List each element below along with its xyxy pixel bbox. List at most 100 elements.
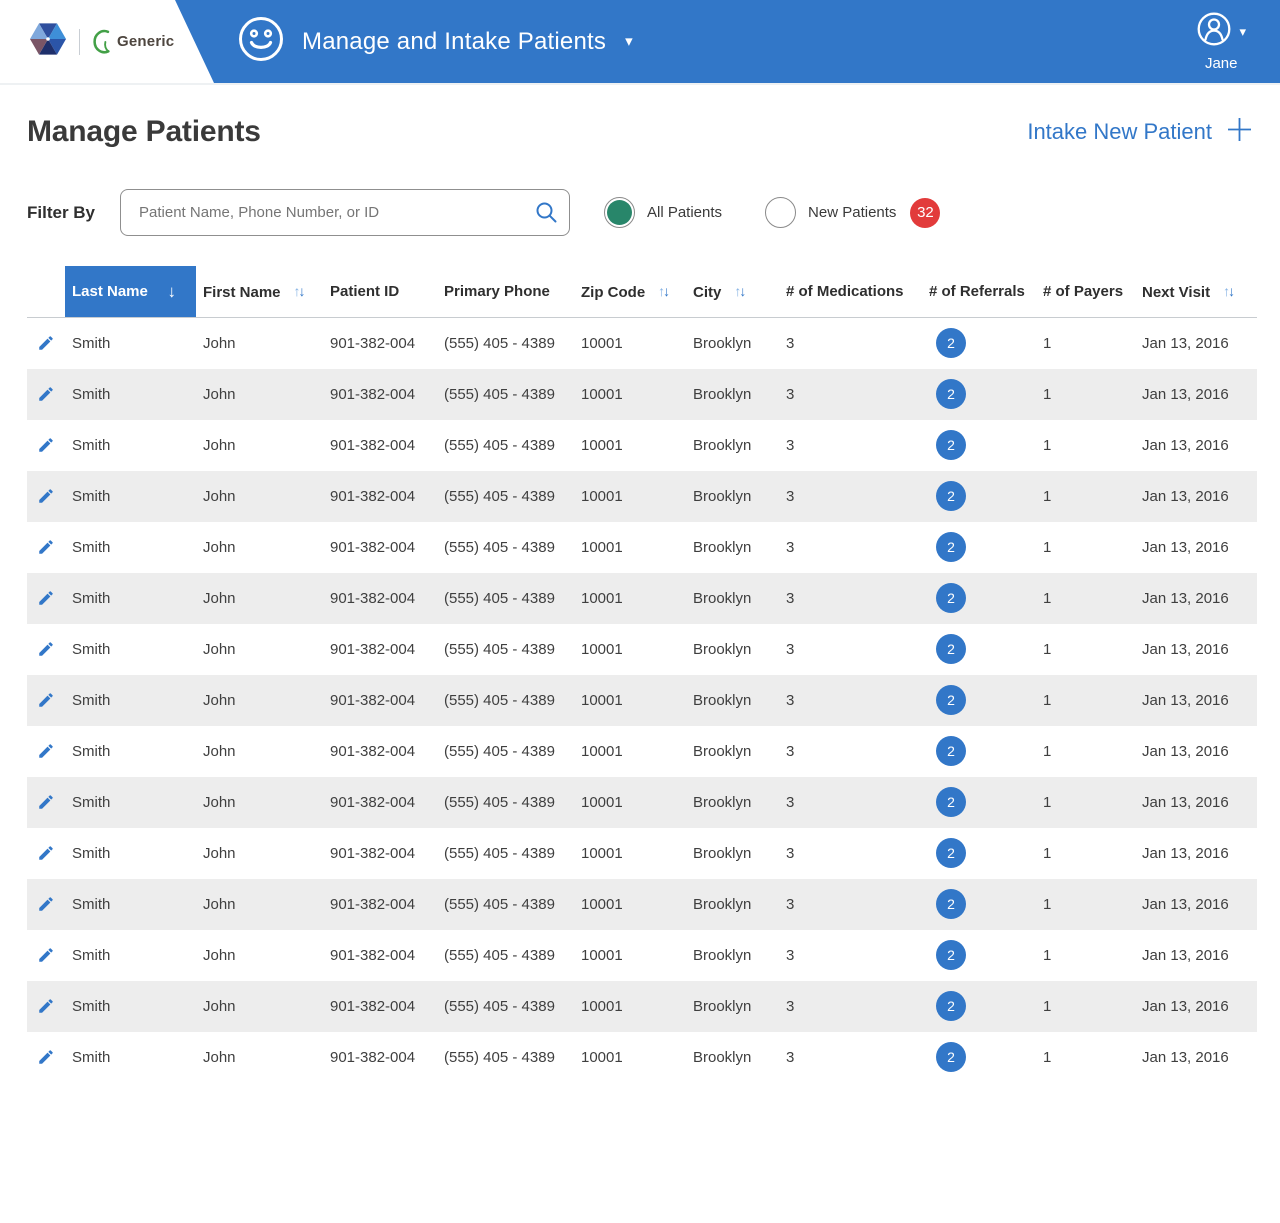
cell-first-name: John	[203, 487, 236, 505]
col-zip-code[interactable]: Zip Code ↑↓	[574, 266, 686, 318]
cell-city: Brooklyn	[693, 1048, 752, 1066]
app-title-dropdown[interactable]: Manage and Intake Patients ▾	[237, 15, 633, 68]
edit-row-button[interactable]	[37, 895, 55, 913]
brand-area: Generic	[0, 0, 214, 83]
col-first-name[interactable]: First Name ↑↓	[196, 266, 323, 318]
cell-referrals: 2	[922, 981, 1036, 1032]
cell-city: Brooklyn	[693, 589, 752, 607]
main-content: Manage Patients Intake New Patient Filte…	[0, 115, 1280, 1083]
cell-payers: 1	[1043, 742, 1052, 760]
referrals-badge: 2	[936, 481, 966, 511]
table-row: Smith John 901-382-004 (555) 405 - 4389 …	[27, 522, 1257, 573]
cell-next-visit: Jan 13, 2016	[1142, 487, 1229, 505]
cell-medications: 3	[786, 946, 795, 964]
cell-primary-phone: (555) 405 - 4389	[444, 691, 555, 709]
cell-first-name: John	[203, 385, 236, 403]
cell-city: Brooklyn	[693, 793, 752, 811]
edit-row-button[interactable]	[37, 997, 55, 1015]
cell-zip-code: 10001	[581, 793, 623, 811]
cell-city: Brooklyn	[693, 436, 752, 454]
cell-primary-phone: (555) 405 - 4389	[444, 844, 555, 862]
intake-new-patient-button[interactable]: Intake New Patient	[1027, 116, 1253, 149]
table-row: Smith John 901-382-004 (555) 405 - 4389 …	[27, 318, 1257, 369]
edit-row-button[interactable]	[37, 640, 55, 658]
app-title-caret-icon: ▾	[625, 33, 633, 50]
cell-patient-id: 901-382-004	[330, 895, 416, 913]
edit-row-button[interactable]	[37, 538, 55, 556]
cell-payers: 1	[1043, 895, 1052, 913]
edit-row-button[interactable]	[37, 691, 55, 709]
cell-referrals: 2	[922, 930, 1036, 981]
edit-row-button[interactable]	[37, 385, 55, 403]
referrals-badge: 2	[936, 685, 966, 715]
cell-medications: 3	[786, 436, 795, 454]
cell-primary-phone: (555) 405 - 4389	[444, 895, 555, 913]
search-icon[interactable]	[535, 201, 558, 227]
cell-patient-id: 901-382-004	[330, 946, 416, 964]
cell-last-name: Smith	[72, 946, 111, 964]
edit-row-button[interactable]	[37, 844, 55, 862]
referrals-badge: 2	[936, 379, 966, 409]
cell-primary-phone: (555) 405 - 4389	[444, 334, 555, 352]
cell-referrals: 2	[922, 624, 1036, 675]
intake-new-patient-label: Intake New Patient	[1027, 119, 1212, 144]
cell-last-name: Smith	[72, 538, 111, 556]
cell-city: Brooklyn	[693, 946, 752, 964]
cell-zip-code: 10001	[581, 385, 623, 403]
cell-zip-code: 10001	[581, 334, 623, 352]
edit-row-button[interactable]	[37, 436, 55, 454]
edit-row-button[interactable]	[37, 1048, 55, 1066]
cell-referrals: 2	[922, 420, 1036, 471]
cell-payers: 1	[1043, 844, 1052, 862]
new-patients-radio-circle	[765, 197, 797, 228]
edit-row-button[interactable]	[37, 589, 55, 607]
col-medications: # of Medications	[779, 266, 922, 318]
cell-zip-code: 10001	[581, 946, 623, 964]
user-caret-icon: ▾	[1239, 24, 1246, 39]
cell-zip-code: 10001	[581, 1048, 623, 1066]
cell-referrals: 2	[922, 675, 1036, 726]
cell-last-name: Smith	[72, 793, 111, 811]
col-city[interactable]: City ↑↓	[686, 266, 779, 318]
cell-city: Brooklyn	[693, 895, 752, 913]
patient-search-input[interactable]	[120, 189, 570, 236]
sort-desc-icon: ↓	[167, 281, 177, 301]
new-patients-count-badge: 32	[910, 197, 941, 228]
cell-patient-id: 901-382-004	[330, 997, 416, 1015]
cell-payers: 1	[1043, 1048, 1052, 1066]
cell-payers: 1	[1043, 691, 1052, 709]
new-patients-label: New Patients	[808, 204, 897, 221]
edit-row-button[interactable]	[37, 334, 55, 352]
table-row: Smith John 901-382-004 (555) 405 - 4389 …	[27, 726, 1257, 777]
cell-last-name: Smith	[72, 742, 111, 760]
cell-zip-code: 10001	[581, 538, 623, 556]
col-patient-id: Patient ID	[323, 266, 437, 318]
top-header: Generic Manage and Intake Patients ▾ ▾ J…	[0, 0, 1280, 83]
cell-payers: 1	[1043, 436, 1052, 454]
edit-row-button[interactable]	[37, 742, 55, 760]
edit-row-button[interactable]	[37, 793, 55, 811]
patients-table-body: Smith John 901-382-004 (555) 405 - 4389 …	[27, 318, 1257, 1083]
smiley-icon	[237, 15, 285, 68]
all-patients-radio[interactable]: All Patients	[604, 197, 722, 228]
cell-next-visit: Jan 13, 2016	[1142, 997, 1229, 1015]
edit-row-button[interactable]	[37, 487, 55, 505]
all-patients-radio-circle	[604, 197, 635, 228]
new-patients-radio[interactable]: New Patients 32	[765, 197, 941, 228]
cell-primary-phone: (555) 405 - 4389	[444, 997, 555, 1015]
cell-zip-code: 10001	[581, 742, 623, 760]
cell-first-name: John	[203, 1048, 236, 1066]
cell-payers: 1	[1043, 334, 1052, 352]
referrals-badge: 2	[936, 430, 966, 460]
edit-row-button[interactable]	[37, 946, 55, 964]
cell-zip-code: 10001	[581, 691, 623, 709]
cell-last-name: Smith	[72, 691, 111, 709]
cell-payers: 1	[1043, 589, 1052, 607]
cell-city: Brooklyn	[693, 997, 752, 1015]
brand-divider	[79, 28, 80, 55]
user-menu[interactable]: ▾ Jane	[1196, 11, 1246, 72]
cell-referrals: 2	[922, 777, 1036, 828]
col-next-visit[interactable]: Next Visit ↑↓	[1135, 266, 1257, 318]
cell-city: Brooklyn	[693, 691, 752, 709]
col-last-name[interactable]: Last Name ↓	[65, 266, 196, 318]
